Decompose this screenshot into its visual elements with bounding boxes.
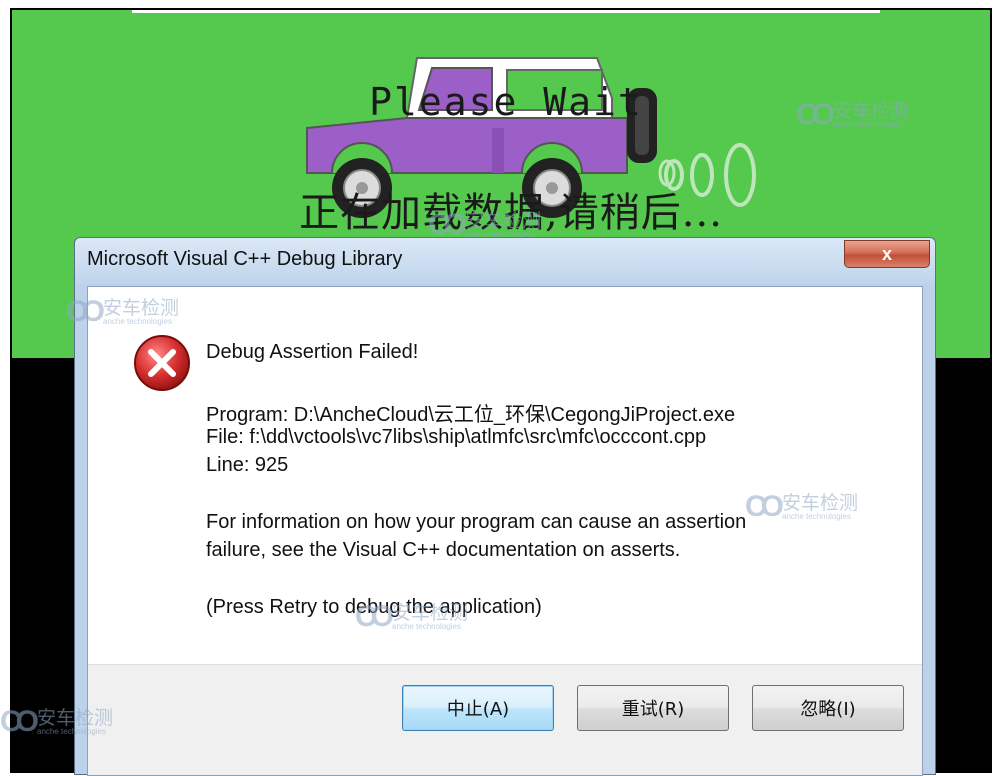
dialog-title: Microsoft Visual C++ Debug Library: [87, 248, 403, 270]
dialog-client-area: Debug Assertion Failed! Program: D:\Anch…: [87, 286, 923, 776]
retry-button[interactable]: 重试(R): [577, 685, 729, 731]
debug-dialog: Microsoft Visual C++ Debug Library x Deb…: [74, 237, 936, 776]
line-number: Line: 925: [206, 454, 289, 476]
abort-button[interactable]: 中止(A): [402, 685, 554, 731]
program-line: Program: D:\AncheCloud\云工位_环保\CegongJiPr…: [206, 404, 736, 426]
error-icon: [134, 335, 190, 391]
please-wait-text: Please Wait: [369, 80, 643, 124]
close-button[interactable]: x: [844, 240, 930, 268]
retry-hint: (Press Retry to debug the application): [206, 596, 542, 618]
loading-message: 正在加载数据,请稍后...: [299, 190, 723, 236]
dialog-button-bar: 中止(A) 重试(R) 忽略(I): [88, 664, 922, 775]
assertion-heading: Debug Assertion Failed!: [206, 341, 419, 363]
file-line: File: f:\dd\vctools\vc7libs\ship\atlmfc\…: [206, 426, 707, 448]
close-icon: x: [881, 243, 892, 264]
top-divider: [132, 10, 880, 13]
dialog-titlebar[interactable]: Microsoft Visual C++ Debug Library x: [75, 238, 935, 284]
info-text-line-1: For information on how your program can …: [206, 511, 747, 533]
ignore-button[interactable]: 忽略(I): [752, 685, 904, 731]
info-text-line-2: failure, see the Visual C++ documentatio…: [206, 539, 681, 561]
